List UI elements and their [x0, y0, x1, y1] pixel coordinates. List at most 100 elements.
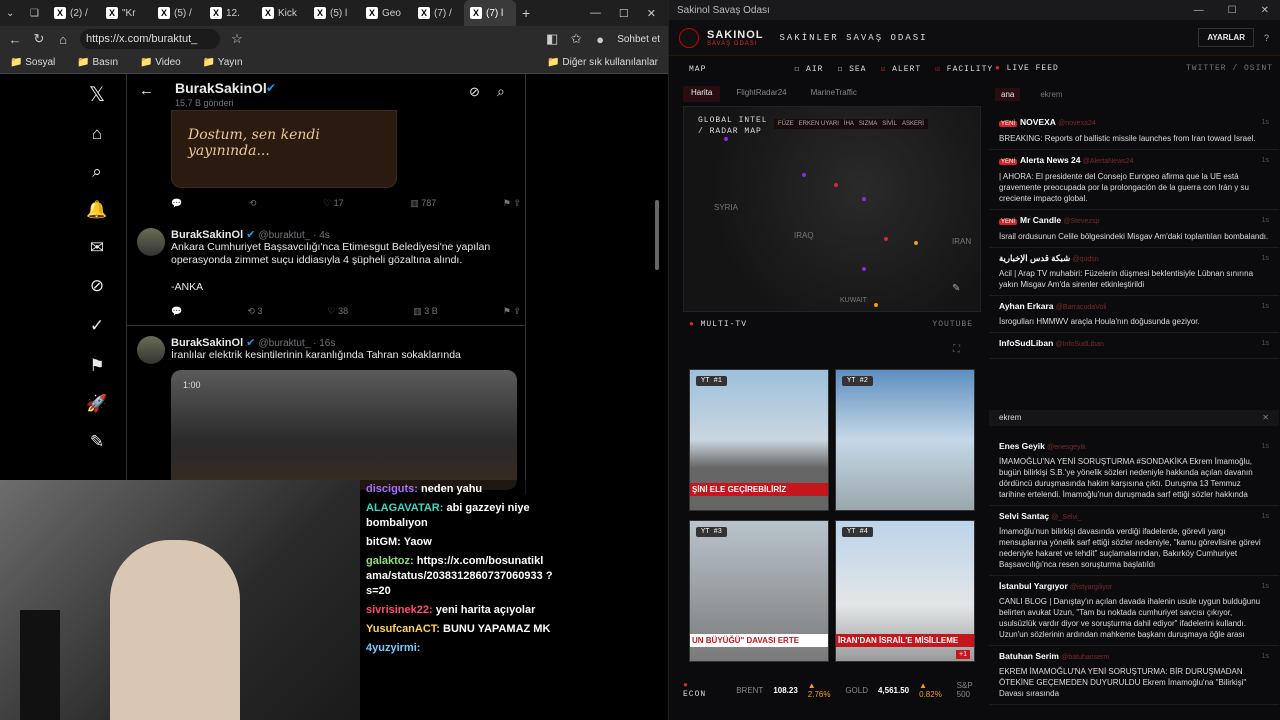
post-image[interactable]: Dostum, sen kendi yayınında...: [171, 110, 397, 188]
share-icons[interactable]: ⚑ ⇪: [503, 198, 521, 209]
map-marker[interactable]: [802, 173, 806, 177]
grok-icon[interactable]: ⊘: [469, 84, 480, 100]
tv-tile-1[interactable]: YT #1 ŞİNİ ELE GEÇİREBİLİRİZ: [689, 369, 829, 511]
edit-nav-icon[interactable]: ✎: [86, 432, 108, 452]
radar-map[interactable]: GLOBAL INTEL / RADAR MAP FÜZE ERKEN UYARI…: [683, 106, 981, 312]
feed-item[interactable]: İstanbul Yargıyor @istyargiliyor 1s CANLI …: [989, 576, 1279, 646]
tab-marinetraffic[interactable]: MarineTraffic: [803, 86, 865, 102]
rocket-nav-icon[interactable]: 🚀: [86, 394, 108, 414]
filter-sea[interactable]: ☐ SEA: [837, 64, 866, 74]
feed-item[interactable]: YENİ Alerta News 24 @AlertaNews24 1s | AHOR…: [989, 150, 1279, 210]
extension-icon[interactable]: ◧: [545, 31, 559, 47]
close-icon[interactable]: ✕: [647, 7, 656, 20]
back-icon[interactable]: ←: [8, 32, 22, 47]
tv-tile-4[interactable]: YT #4 İRAN'DAN İSRAİL'E MİSİLLEME +1: [835, 520, 975, 662]
settings-button[interactable]: AYARLAR: [1198, 28, 1254, 47]
tab-menu-icon[interactable]: ⌄: [0, 0, 24, 26]
map-marker[interactable]: [862, 197, 866, 201]
bookmark-basin[interactable]: 📁 Basın: [77, 57, 118, 68]
maximize-icon[interactable]: ☐: [1228, 5, 1237, 16]
map-marker[interactable]: [914, 241, 918, 245]
retweet-icon[interactable]: ⟲: [249, 198, 257, 209]
browser-tab[interactable]: X (2) /: [48, 0, 100, 26]
edit-map-icon[interactable]: ✎: [952, 283, 960, 294]
feed-item[interactable]: YENİ NOVEXA @novexa24 1s BREAKING: Reports …: [989, 112, 1279, 150]
messages-nav-icon[interactable]: ✉: [86, 238, 108, 258]
search-icon[interactable]: ⌕: [497, 83, 505, 100]
browser-tab[interactable]: X (7) l: [464, 0, 516, 26]
map-marker[interactable]: [862, 267, 866, 271]
url-input[interactable]: https://x.com/buraktut_: [80, 29, 220, 49]
back-arrow-icon[interactable]: ←: [139, 82, 154, 99]
bookmark-sosyal[interactable]: 📁 Sosyal: [10, 57, 55, 68]
browser-tab[interactable]: X Geo: [360, 0, 412, 26]
chat-user: sivrisinek22:: [366, 604, 433, 616]
tv-tile-3[interactable]: YT #3 UN BÜYÜĞÜ" DAVASI ERTE: [689, 520, 829, 662]
bookmark-video[interactable]: 📁 Video: [140, 57, 181, 68]
share-icons[interactable]: ⚑ ⇪: [503, 306, 521, 317]
profile-avatar[interactable]: ●: [593, 32, 607, 47]
reply-icon[interactable]: 💬: [171, 306, 182, 317]
browser-tab[interactable]: X (5) l: [308, 0, 360, 26]
search-nav-icon[interactable]: ⌕: [86, 162, 108, 182]
feed-item[interactable]: Selvi Santaç @_Selvi_ 1s İmamoğlu'nun bili…: [989, 506, 1279, 576]
close-panel-icon[interactable]: ✕: [1262, 413, 1269, 423]
views-button[interactable]: ▥ 3 B: [413, 306, 438, 317]
minimize-icon[interactable]: —: [590, 7, 601, 20]
retweet-button[interactable]: ⟲ 3: [247, 306, 262, 317]
feed-text: CANLI BLOG | Danıştay'ın açılan davada i…: [999, 597, 1261, 639]
maximize-icon[interactable]: ☐: [619, 7, 629, 20]
feed-item[interactable]: Enes Geyik @enesgeyik 1s İMAMOĞLU'NA YENİ …: [989, 436, 1279, 506]
map-marker[interactable]: [834, 183, 838, 187]
map-marker[interactable]: [884, 237, 888, 241]
bookmark-yayin[interactable]: 📁 Yayın: [203, 57, 243, 68]
help-button[interactable]: ?: [1264, 33, 1269, 43]
new-tab-button[interactable]: +: [516, 0, 540, 26]
filter-air[interactable]: ☐ AIR: [794, 64, 823, 74]
reply-icon[interactable]: 💬: [171, 198, 182, 209]
browser-tab[interactable]: X "Kr: [100, 0, 152, 26]
post-item[interactable]: BurakSakinOl ✔ @buraktut_ · 4s Ankara Cu…: [127, 216, 525, 326]
favorites-icon[interactable]: ✩: [569, 31, 583, 47]
notifications-nav-icon[interactable]: 🔔: [86, 200, 108, 220]
bookmarks-nav-icon[interactable]: ⚑: [86, 356, 108, 376]
star-icon[interactable]: ☆: [230, 31, 244, 47]
close-icon[interactable]: ✕: [1261, 5, 1269, 16]
home-nav-icon[interactable]: ⌂: [86, 124, 108, 144]
feed-item[interactable]: Batuhan Serim @batuhanserm 1s EKREM İMAMOĞ…: [989, 646, 1279, 705]
home-icon[interactable]: ⌂: [56, 32, 70, 47]
browser-tab[interactable]: X (7) /: [412, 0, 464, 26]
map-marker[interactable]: [874, 303, 878, 307]
browser-tab[interactable]: X (5) /: [152, 0, 204, 26]
scrollbar[interactable]: [655, 200, 659, 270]
post-video[interactable]: 1:00: [171, 370, 517, 490]
map-marker[interactable]: [724, 137, 728, 141]
browser-tab[interactable]: X Kick: [256, 0, 308, 26]
views-button[interactable]: ▥ 787: [410, 198, 436, 209]
feed-item[interactable]: InfoSudLiban @InfoSudLiban 1s: [989, 333, 1279, 359]
chat-button[interactable]: Sohbet et: [617, 34, 660, 45]
x-logo-icon[interactable]: 𝕏: [86, 82, 108, 107]
filter-alert[interactable]: ☑ ALERT: [880, 64, 921, 74]
feed-item[interactable]: YENİ Mr Candle @Stevezsp 1s İsrail ordusunu…: [989, 210, 1279, 248]
filter-facility[interactable]: ☑ FACILITY: [935, 64, 993, 74]
like-button[interactable]: ♡ 17: [323, 198, 344, 209]
feed-tab-ana[interactable]: ana: [995, 88, 1021, 101]
like-button[interactable]: ♡ 38: [328, 306, 349, 317]
reload-icon[interactable]: ↻: [32, 31, 46, 47]
other-bookmarks[interactable]: 📁 Diğer sık kullanılanlar: [547, 57, 658, 68]
tv-tile-2[interactable]: YT #2: [835, 369, 975, 511]
grok-nav-icon[interactable]: ⊘: [86, 276, 108, 296]
fullscreen-icon[interactable]: ⛶: [953, 344, 960, 355]
workspace-icon[interactable]: ❏: [24, 0, 48, 26]
minimize-icon[interactable]: —: [1194, 5, 1204, 16]
feed-item[interactable]: Ayhan Erkara @BarracudaVoli 1s İsrogulları…: [989, 296, 1279, 333]
tv-more-badge[interactable]: +1: [956, 650, 970, 659]
verified-nav-icon[interactable]: ✓: [86, 316, 108, 336]
tab-harita[interactable]: Harita: [683, 86, 721, 102]
post-item[interactable]: BurakSakinOl ✔ @buraktut_ · 16s İranlıla…: [127, 326, 525, 496]
browser-tab[interactable]: X 12.: [204, 0, 256, 26]
feed-item[interactable]: شبكة قدس الإخبارية @qudsn 1s Acil | Arap T…: [989, 248, 1279, 296]
feed-tab-ekrem[interactable]: ekrem: [1034, 88, 1068, 101]
tab-flightradar[interactable]: FlightRadar24: [728, 86, 794, 102]
